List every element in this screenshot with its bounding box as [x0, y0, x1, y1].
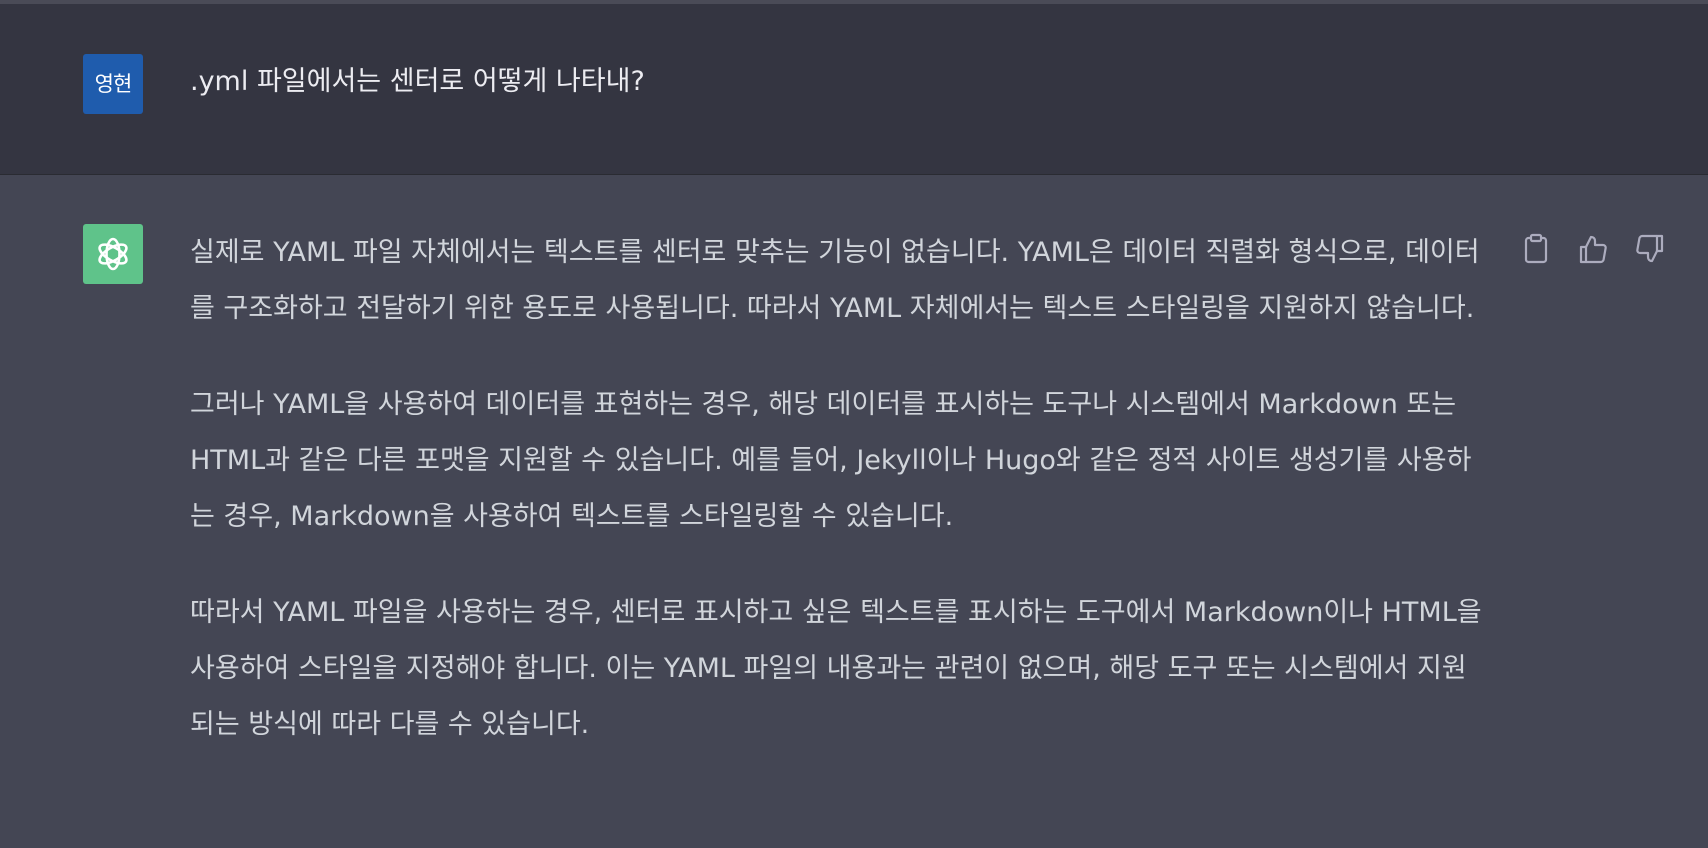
thumbs-down-button[interactable]: [1632, 231, 1668, 267]
thumbs-down-icon: [1636, 234, 1664, 263]
copy-button[interactable]: [1518, 231, 1554, 267]
user-message-row: 영현 .yml 파일에서는 센터로 어떻게 나타내?: [0, 4, 1708, 175]
assistant-avatar: [83, 224, 143, 284]
assistant-message-row: 실제로 YAML 파일 자체에서는 텍스트를 센터로 맞추는 기능이 없습니다.…: [0, 175, 1708, 848]
openai-logo-icon: [98, 237, 128, 271]
user-message-text: .yml 파일에서는 센터로 어떻게 나타내?: [190, 66, 645, 97]
thumbs-up-icon: [1579, 235, 1607, 264]
clipboard-icon: [1524, 233, 1548, 264]
answer-paragraph: 실제로 YAML 파일 자체에서는 텍스트를 센터로 맞추는 기능이 없습니다.…: [190, 237, 1480, 324]
thumbs-up-button[interactable]: [1575, 231, 1611, 267]
user-avatar: 영현: [83, 54, 143, 114]
assistant-message-text: 실제로 YAML 파일 자체에서는 텍스트를 센터로 맞추는 기능이 없습니다.…: [190, 225, 1490, 793]
message-actions: [1518, 231, 1668, 267]
answer-paragraph: 그러나 YAML을 사용하여 데이터를 표현하는 경우, 해당 데이터를 표시하…: [190, 389, 1472, 532]
answer-paragraph: 따라서 YAML 파일을 사용하는 경우, 센터로 표시하고 싶은 텍스트를 표…: [190, 597, 1482, 740]
